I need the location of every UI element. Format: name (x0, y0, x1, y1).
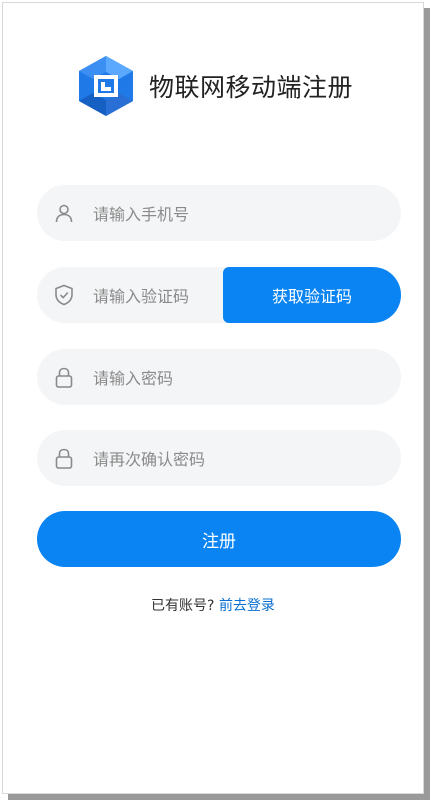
phone-input[interactable]: 请输入手机号 (93, 201, 189, 225)
shield-check-icon (53, 284, 75, 306)
page-header: 物联网移动端注册 (75, 55, 353, 117)
login-link[interactable]: 前去登录 (219, 598, 275, 614)
password-field[interactable]: 请输入密码 (37, 349, 401, 405)
phone-field[interactable]: 请输入手机号 (37, 185, 401, 241)
phone-frame: 物联网移动端注册 请输入手机号 请输入验证码 获取验证码 请输入密码 请再次确认… (2, 2, 424, 794)
login-prompt: 已有账号? 前去登录 (3, 595, 423, 615)
code-field[interactable]: 请输入验证码 获取验证码 (37, 267, 401, 323)
password-input[interactable]: 请输入密码 (93, 365, 173, 389)
login-prompt-text: 已有账号? (151, 598, 215, 614)
page-title: 物联网移动端注册 (149, 73, 354, 102)
lock-icon (53, 447, 75, 469)
code-input[interactable]: 请输入验证码 (93, 283, 189, 307)
confirm-password-input[interactable]: 请再次确认密码 (93, 446, 205, 470)
register-button[interactable]: 注册 (37, 511, 401, 567)
cube-logo-icon (79, 56, 133, 116)
user-icon (53, 202, 75, 224)
get-code-button[interactable]: 获取验证码 (223, 267, 401, 323)
lock-icon (53, 366, 75, 388)
confirm-password-field[interactable]: 请再次确认密码 (37, 430, 401, 486)
